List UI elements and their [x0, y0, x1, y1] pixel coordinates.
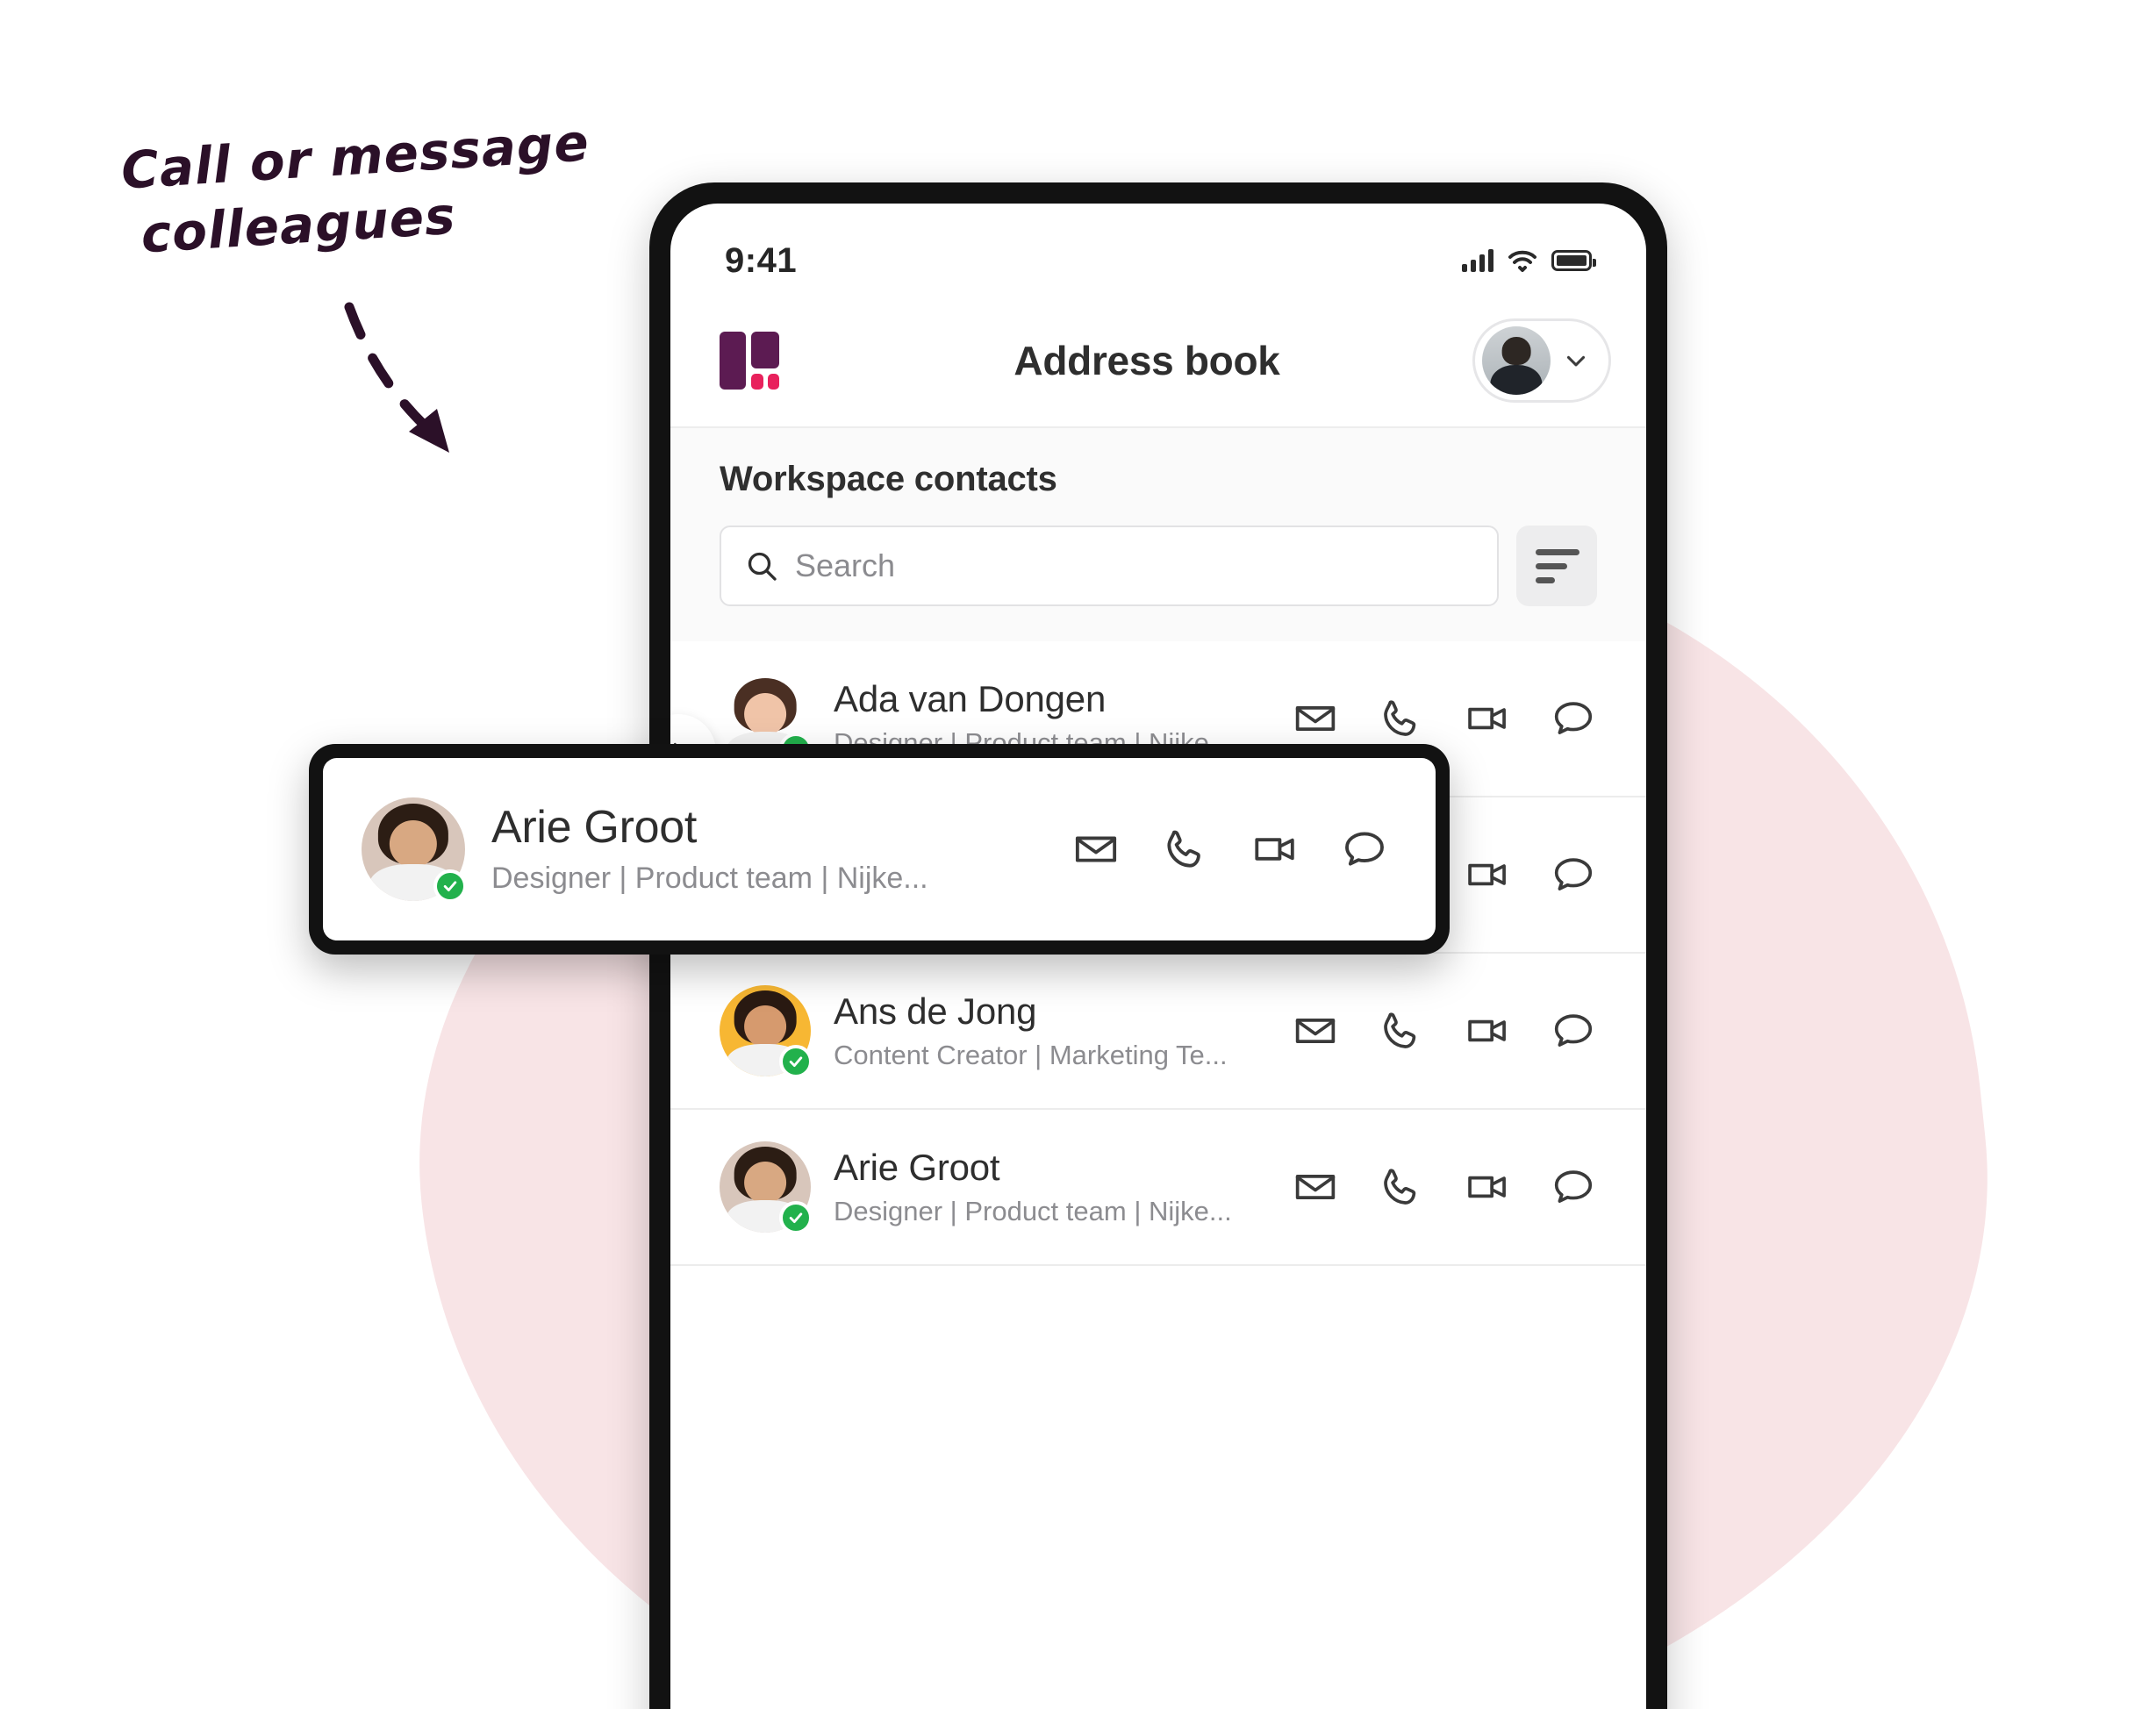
email-button[interactable]: [1292, 695, 1339, 742]
contact-role: Designer | Product team | Nijke...: [491, 862, 928, 896]
phone-button[interactable]: [1378, 1007, 1425, 1055]
video-button[interactable]: [1464, 851, 1511, 898]
video-icon: [1468, 863, 1506, 886]
chat-icon: [1554, 702, 1593, 734]
phone-screen: 9:41 Address book Workspace contacts Sea…: [670, 204, 1646, 1709]
chat-button[interactable]: [1550, 851, 1597, 898]
chat-button[interactable]: [1550, 1007, 1597, 1055]
user-avatar: [1482, 326, 1551, 395]
wifi-icon: [1508, 250, 1536, 272]
handwritten-annotation: Call or message colleagues: [119, 107, 635, 268]
search-field[interactable]: [720, 526, 1499, 606]
check-icon: [789, 1212, 803, 1223]
email-icon: [1295, 706, 1336, 731]
contact-actions: [1292, 1163, 1597, 1211]
chat-icon: [1554, 1170, 1593, 1203]
phone-icon: [1384, 1012, 1416, 1048]
chevron-down-icon: [1566, 355, 1586, 367]
battery-icon: [1551, 250, 1596, 271]
email-button[interactable]: [1292, 1163, 1339, 1211]
phone-icon: [1167, 830, 1200, 868]
avatar: [362, 797, 467, 903]
video-icon: [1468, 707, 1506, 730]
status-badge-online: [433, 869, 467, 903]
video-button[interactable]: [1251, 826, 1299, 873]
contact-name: Arie Groot: [834, 1146, 1000, 1188]
contact-name: Ans de Jong: [834, 990, 1037, 1032]
status-icons: [1462, 249, 1596, 272]
status-bar: 9:41: [670, 204, 1646, 295]
chat-button[interactable]: [1550, 695, 1597, 742]
email-icon: [1075, 836, 1117, 862]
phone-button[interactable]: [1378, 1163, 1425, 1211]
contact-name: Ada van Dongen: [834, 677, 1107, 719]
video-button[interactable]: [1464, 1163, 1511, 1211]
video-button[interactable]: [1464, 1007, 1511, 1055]
status-badge-online: [779, 1201, 813, 1234]
chat-icon: [1345, 832, 1384, 866]
contact-row[interactable]: Ans de Jong Content Creator | Marketing T…: [670, 954, 1646, 1110]
user-menu-button[interactable]: [1472, 318, 1611, 403]
search-icon: [748, 552, 777, 581]
contact-actions: [1292, 1007, 1597, 1055]
chat-button[interactable]: [1550, 1163, 1597, 1211]
contact-name: Arie Groot: [491, 801, 697, 853]
check-icon: [443, 881, 457, 891]
phone-button[interactable]: [1378, 695, 1425, 742]
check-icon: [789, 1056, 803, 1067]
video-icon: [1468, 1176, 1506, 1198]
status-badge-online: [779, 1045, 813, 1078]
status-time: 9:41: [725, 240, 798, 280]
sort-button[interactable]: [1516, 526, 1597, 606]
search-row: [720, 526, 1597, 606]
sort-icon: [1536, 548, 1579, 555]
contact-actions: [1292, 695, 1597, 742]
app-logo: [720, 332, 781, 390]
phone-icon: [1384, 700, 1416, 736]
screenshot-root: Call or message colleagues 9:41 Address …: [0, 0, 2156, 1709]
avatar: [720, 985, 813, 1078]
phone-button[interactable]: [1162, 826, 1209, 873]
contact-meta: Arie Groot Designer | Product team | Nijk…: [834, 1147, 1269, 1228]
contact-meta: Ans de Jong Content Creator | Marketing T…: [834, 990, 1269, 1072]
app-header: Address book: [670, 295, 1646, 426]
phone-icon: [1384, 1169, 1416, 1205]
email-button[interactable]: [1072, 826, 1120, 873]
avatar: [720, 1141, 813, 1234]
page-title: Address book: [1014, 338, 1280, 383]
chat-button[interactable]: [1341, 826, 1388, 873]
chat-icon: [1554, 1014, 1593, 1047]
curved-dashed-arrow-icon: [344, 302, 449, 453]
chat-icon: [1554, 858, 1593, 890]
email-icon: [1295, 1019, 1336, 1043]
video-icon: [1468, 1019, 1506, 1042]
video-icon: [1255, 838, 1294, 861]
email-button[interactable]: [1292, 1007, 1339, 1055]
section-heading: Workspace contacts: [720, 460, 1057, 498]
contact-detail-card[interactable]: Arie Groot Designer | Product team | Nij…: [309, 744, 1450, 955]
video-button[interactable]: [1464, 695, 1511, 742]
contact-row[interactable]: Arie Groot Designer | Product team | Nijk…: [670, 1110, 1646, 1266]
search-input[interactable]: [795, 547, 1474, 584]
contact-role: Designer | Product team | Nijke...: [834, 1196, 1232, 1227]
contact-role: Content Creator | Marketing Te...: [834, 1040, 1228, 1071]
contact-actions: [1072, 826, 1388, 873]
email-icon: [1295, 1175, 1336, 1199]
workspace-contacts-section: Workspace contacts: [670, 426, 1646, 641]
signal-icon: [1462, 249, 1493, 272]
